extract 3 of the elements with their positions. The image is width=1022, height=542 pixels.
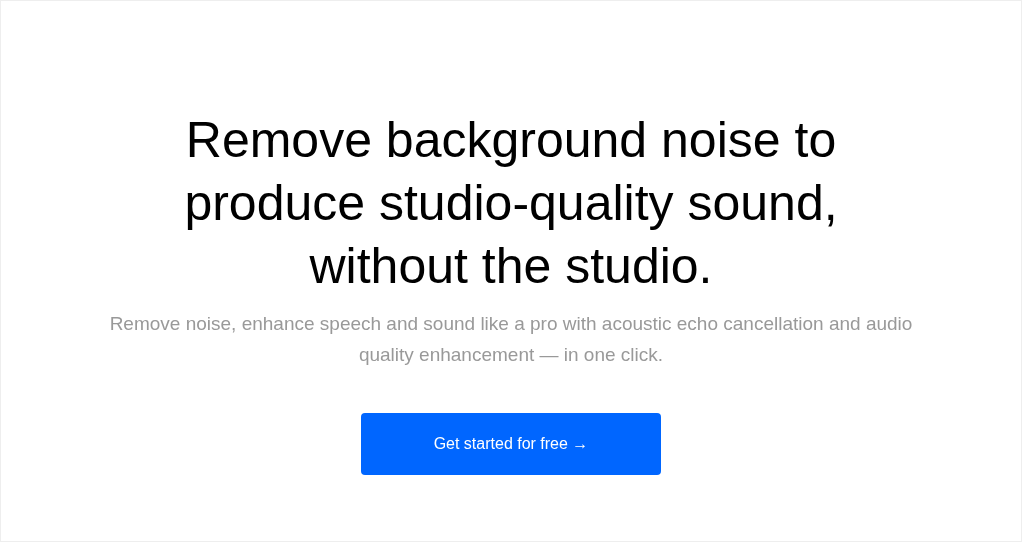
get-started-button[interactable]: Get started for free → (361, 413, 661, 475)
headline: Remove background noise to produce studio-quality sound, without the studio. (183, 111, 839, 296)
subheadline: Remove noise, enhance speech and sound like a pro with acoustic echo cancellation and audio quality enhancement — in one click. (108, 312, 914, 367)
